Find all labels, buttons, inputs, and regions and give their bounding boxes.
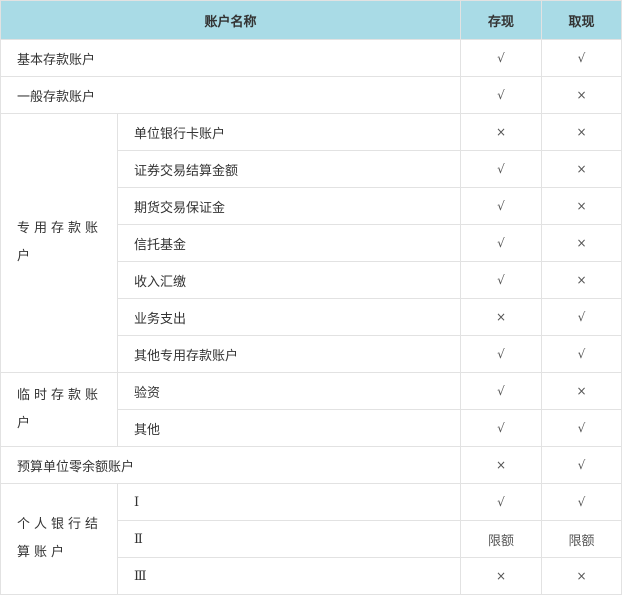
sub-account-label: 业务支出 [117,298,461,336]
account-category-label: 专用存款账户 [0,113,118,373]
withdraw-value: √ [577,346,586,361]
sub-account-label: 验资 [117,372,461,410]
deposit-value: √ [497,198,505,213]
withdraw-value: × [576,87,587,102]
withdraw-cell: × [541,261,622,299]
withdraw-cell: √ [541,335,622,373]
sub-account-label: 证券交易结算金额 [117,150,461,188]
sub-account-label: 其他 [117,409,461,447]
deposit-value: × [495,568,507,583]
sub-account-label: 期货交易保证金 [117,187,461,225]
sub-account-label: 收入汇缴 [117,261,461,299]
withdraw-cell: √ [541,298,622,336]
deposit-cell: √ [460,187,542,225]
account-category-label: 个人银行结算账户 [0,483,118,595]
sub-account-label: Ⅰ [117,483,461,521]
withdraw-value: √ [577,494,586,509]
deposit-cell: √ [460,483,542,521]
sub-account-label: 信托基金 [117,224,461,262]
withdraw-value: √ [577,420,586,435]
deposit-cell: × [460,113,542,151]
table-row: 专用存款账户 单位银行卡账户 × × [0,113,622,373]
deposit-value: √ [497,50,505,65]
withdraw-cell: × [541,372,622,410]
withdraw-cell: 限额 [541,520,622,558]
withdraw-cell: × [541,150,622,188]
table-row: 基本存款账户 √ √ [0,39,622,77]
deposit-cell: √ [460,39,542,77]
withdraw-value: √ [577,50,586,65]
withdraw-cell: × [541,76,622,114]
deposit-value: × [495,309,507,324]
withdraw-value: × [576,383,587,398]
deposit-cell: √ [460,261,542,299]
header-row: 账户名称 存现 取现 [0,0,622,40]
deposit-cell: √ [460,150,542,188]
withdraw-value: × [576,235,587,250]
deposit-cell: √ [460,224,542,262]
account-label: 预算单位零余额账户 [0,446,461,484]
table-row: 个人银行结算账户 Ⅰ √ √ [0,483,622,595]
account-label: 基本存款账户 [0,39,461,77]
withdraw-value: 限额 [568,533,595,549]
deposit-cell: 限额 [460,520,542,558]
withdraw-value: × [576,272,587,287]
deposit-value: √ [497,161,505,176]
deposit-value: √ [497,235,505,250]
deposit-cell: × [460,557,542,595]
withdraw-cell: × [541,187,622,225]
account-category-label: 临时存款账户 [0,372,118,447]
deposit-cell: √ [460,76,542,114]
deposit-value: √ [497,272,505,287]
deposit-value: × [495,124,507,139]
withdraw-cell: × [541,113,622,151]
table-row: 预算单位零余额账户 × √ [0,446,622,484]
header-withdraw: 取现 [541,0,622,40]
deposit-value: √ [497,346,505,361]
sub-account-label: 单位银行卡账户 [117,113,461,151]
sub-account-label: Ⅲ [117,557,461,595]
withdraw-value: × [576,568,587,583]
table-row: 一般存款账户 √ × [0,76,622,114]
sub-account-label: 其他专用存款账户 [117,335,461,373]
table-row: 临时存款账户 验资 √ × [0,372,622,447]
deposit-cell: × [460,446,542,484]
withdraw-cell: √ [541,446,622,484]
withdraw-cell: √ [541,409,622,447]
deposit-cell: × [460,298,542,336]
withdraw-value: × [576,124,587,139]
withdraw-value: √ [577,309,586,324]
withdraw-cell: √ [541,39,622,77]
account-table: 账户名称 存现 取现 基本存款账户 √ √ 一般存款账户 √ × 专用存款账户 … [0,0,622,595]
withdraw-value: × [576,161,587,176]
deposit-value: √ [497,383,505,398]
withdraw-cell: × [541,557,622,595]
withdraw-value: √ [577,457,586,472]
header-account-name: 账户名称 [0,0,461,40]
header-deposit: 存现 [460,0,542,40]
deposit-value: √ [497,420,505,435]
deposit-value: × [495,457,507,472]
withdraw-cell: × [541,224,622,262]
sub-account-label: Ⅱ [117,520,461,558]
account-label: 一般存款账户 [0,76,461,114]
withdraw-cell: √ [541,483,622,521]
withdraw-value: × [576,198,587,213]
deposit-cell: √ [460,409,542,447]
deposit-value: √ [497,494,505,509]
deposit-cell: √ [460,372,542,410]
deposit-value: 限额 [487,533,514,549]
deposit-cell: √ [460,335,542,373]
deposit-value: √ [497,87,505,102]
